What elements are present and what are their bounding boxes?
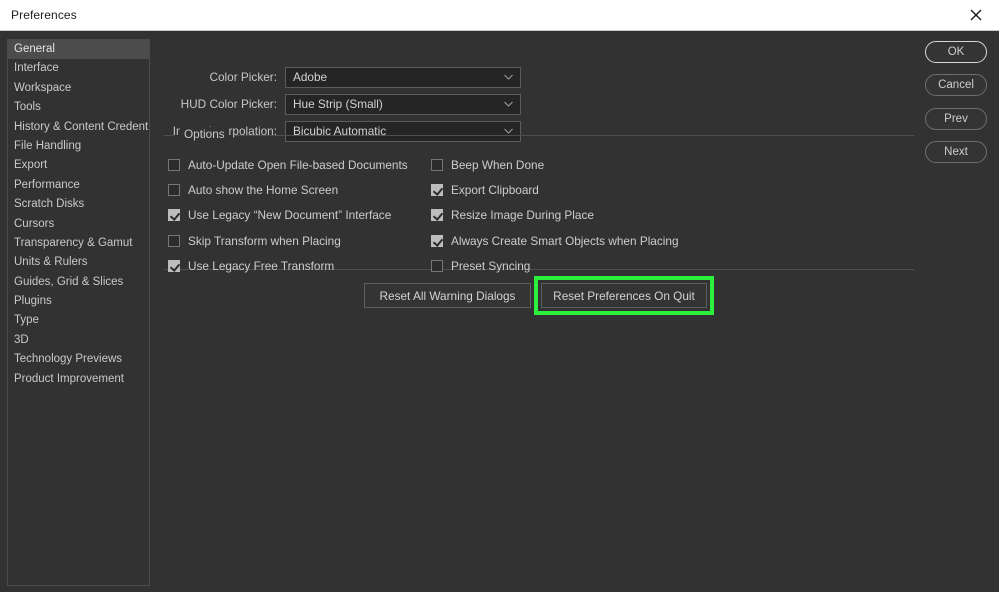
- sidebar-item-type[interactable]: Type: [8, 311, 149, 330]
- checkbox-beep-when-done[interactable]: Beep When Done: [431, 152, 679, 177]
- chevron-down-icon: [504, 101, 513, 108]
- sidebar-item-3d[interactable]: 3D: [8, 331, 149, 350]
- checkbox-label: Use Legacy Free Transform: [188, 259, 335, 274]
- checkbox-resize-image-during-place[interactable]: Resize Image During Place: [431, 203, 679, 228]
- checkbox-label: Auto show the Home Screen: [188, 183, 339, 198]
- sidebar-item-label: General: [14, 43, 55, 55]
- reset-all-warning-dialogs-button[interactable]: Reset All Warning Dialogs: [364, 283, 531, 308]
- checkbox-box[interactable]: [168, 260, 180, 273]
- checkbox-label: Skip Transform when Placing: [188, 233, 341, 248]
- sidebar-item-scratch-disks[interactable]: Scratch Disks: [8, 195, 149, 214]
- sidebar-item-label: Export: [14, 159, 48, 172]
- hud-color-picker-value: Hue Strip (Small): [293, 97, 383, 111]
- color-picker-value: Adobe: [293, 70, 328, 84]
- sidebar-item-export[interactable]: Export: [8, 156, 149, 175]
- title-bar: Preferences: [0, 0, 999, 31]
- sidebar-item-label: Transparency & Gamut: [14, 236, 133, 249]
- checkbox-box[interactable]: [168, 234, 180, 247]
- sidebar-item-label: Type: [14, 314, 39, 327]
- sidebar-item-label: Scratch Disks: [14, 198, 85, 211]
- chevron-down-icon: [504, 128, 513, 135]
- prev-button[interactable]: Prev: [925, 108, 987, 130]
- checkbox-auto-show-home-screen[interactable]: Auto show the Home Screen: [168, 177, 408, 202]
- sidebar-item-performance[interactable]: Performance: [8, 176, 149, 195]
- checkbox-skip-transform-when-placing[interactable]: Skip Transform when Placing: [168, 228, 408, 253]
- hud-color-picker-label: HUD Color Picker:: [180, 97, 277, 111]
- group-border-top-left: [164, 135, 174, 136]
- checkbox-box[interactable]: [168, 158, 180, 171]
- sidebar-item-label: 3D: [14, 333, 29, 346]
- close-icon[interactable]: [953, 0, 999, 30]
- ok-button[interactable]: OK: [925, 41, 987, 63]
- sidebar-item-label: Tools: [14, 101, 41, 114]
- sidebar-item-label: Units & Rulers: [14, 256, 88, 269]
- sidebar-item-label: Guides, Grid & Slices: [14, 275, 124, 288]
- sidebar-item-plugins[interactable]: Plugins: [8, 292, 149, 311]
- checkbox-box[interactable]: [431, 158, 443, 171]
- sidebar-item-technology-previews[interactable]: Technology Previews: [8, 350, 149, 369]
- cancel-button[interactable]: Cancel: [925, 74, 987, 96]
- next-button[interactable]: Next: [925, 141, 987, 163]
- options-left-column: Auto-Update Open File-based Documents Au…: [168, 152, 408, 279]
- sidebar-item-cursors[interactable]: Cursors: [8, 215, 149, 234]
- color-picker-select[interactable]: Adobe: [285, 67, 521, 88]
- sidebar-item-general[interactable]: General: [8, 40, 149, 60]
- color-picker-label: Color Picker:: [209, 70, 277, 84]
- checkbox-use-legacy-free-transform[interactable]: Use Legacy Free Transform: [168, 254, 408, 279]
- sidebar-item-label: Technology Previews: [14, 353, 123, 366]
- checkbox-box[interactable]: [168, 209, 180, 222]
- checkbox-use-legacy-new-document-interface[interactable]: Use Legacy “New Document” Interface: [168, 203, 408, 228]
- sidebar-item-label: Performance: [14, 178, 80, 191]
- chevron-down-icon: [504, 74, 513, 81]
- checkbox-label: Use Legacy “New Document” Interface: [188, 208, 392, 223]
- sidebar-item-guides-grid-slices[interactable]: Guides, Grid & Slices: [8, 273, 149, 292]
- sidebar-item-label: Product Improvement: [14, 372, 124, 385]
- window-title: Preferences: [11, 8, 77, 22]
- sidebar-item-units-rulers[interactable]: Units & Rulers: [8, 253, 149, 272]
- checkbox-label: Export Clipboard: [451, 183, 539, 198]
- checkbox-label: Always Create Smart Objects when Placing: [451, 233, 679, 248]
- options-group: Options Auto-Update Open File-based Docu…: [164, 127, 914, 273]
- sidebar-item-label: Cursors: [14, 217, 55, 230]
- checkbox-box[interactable]: [168, 184, 180, 197]
- group-border-top-right: [235, 135, 914, 136]
- checkbox-label: Auto-Update Open File-based Documents: [188, 157, 408, 172]
- checkbox-box[interactable]: [431, 234, 443, 247]
- checkbox-preset-syncing[interactable]: Preset Syncing: [431, 254, 679, 279]
- checkbox-box[interactable]: [431, 209, 443, 222]
- checkbox-always-create-smart-objects-when-placing[interactable]: Always Create Smart Objects when Placing: [431, 228, 679, 253]
- checkbox-export-clipboard[interactable]: Export Clipboard: [431, 177, 679, 202]
- checkbox-label: Resize Image During Place: [451, 208, 594, 223]
- preferences-dialog: Preferences General Interface Workspace …: [0, 0, 999, 592]
- sidebar-item-product-improvement[interactable]: Product Improvement: [8, 370, 149, 389]
- hud-color-picker-select[interactable]: Hue Strip (Small): [285, 94, 521, 115]
- sidebar-item-label: Workspace: [14, 81, 72, 94]
- options-group-legend: Options: [180, 127, 229, 141]
- checkbox-label: Beep When Done: [451, 157, 545, 172]
- options-right-column: Beep When Done Export Clipboard Resize I…: [431, 152, 679, 279]
- sidebar-item-label: Plugins: [14, 295, 52, 308]
- checkbox-label: Preset Syncing: [451, 259, 531, 274]
- checkbox-auto-update-open-file-based-documents[interactable]: Auto-Update Open File-based Documents: [168, 152, 408, 177]
- sidebar-item-label: Interface: [14, 62, 59, 75]
- checkbox-box[interactable]: [431, 184, 443, 197]
- sidebar-item-transparency-gamut[interactable]: Transparency & Gamut: [8, 234, 149, 253]
- checkbox-box[interactable]: [431, 260, 443, 273]
- reset-preferences-on-quit-button[interactable]: Reset Preferences On Quit: [541, 283, 707, 308]
- sidebar-item-label: File Handling: [14, 139, 82, 152]
